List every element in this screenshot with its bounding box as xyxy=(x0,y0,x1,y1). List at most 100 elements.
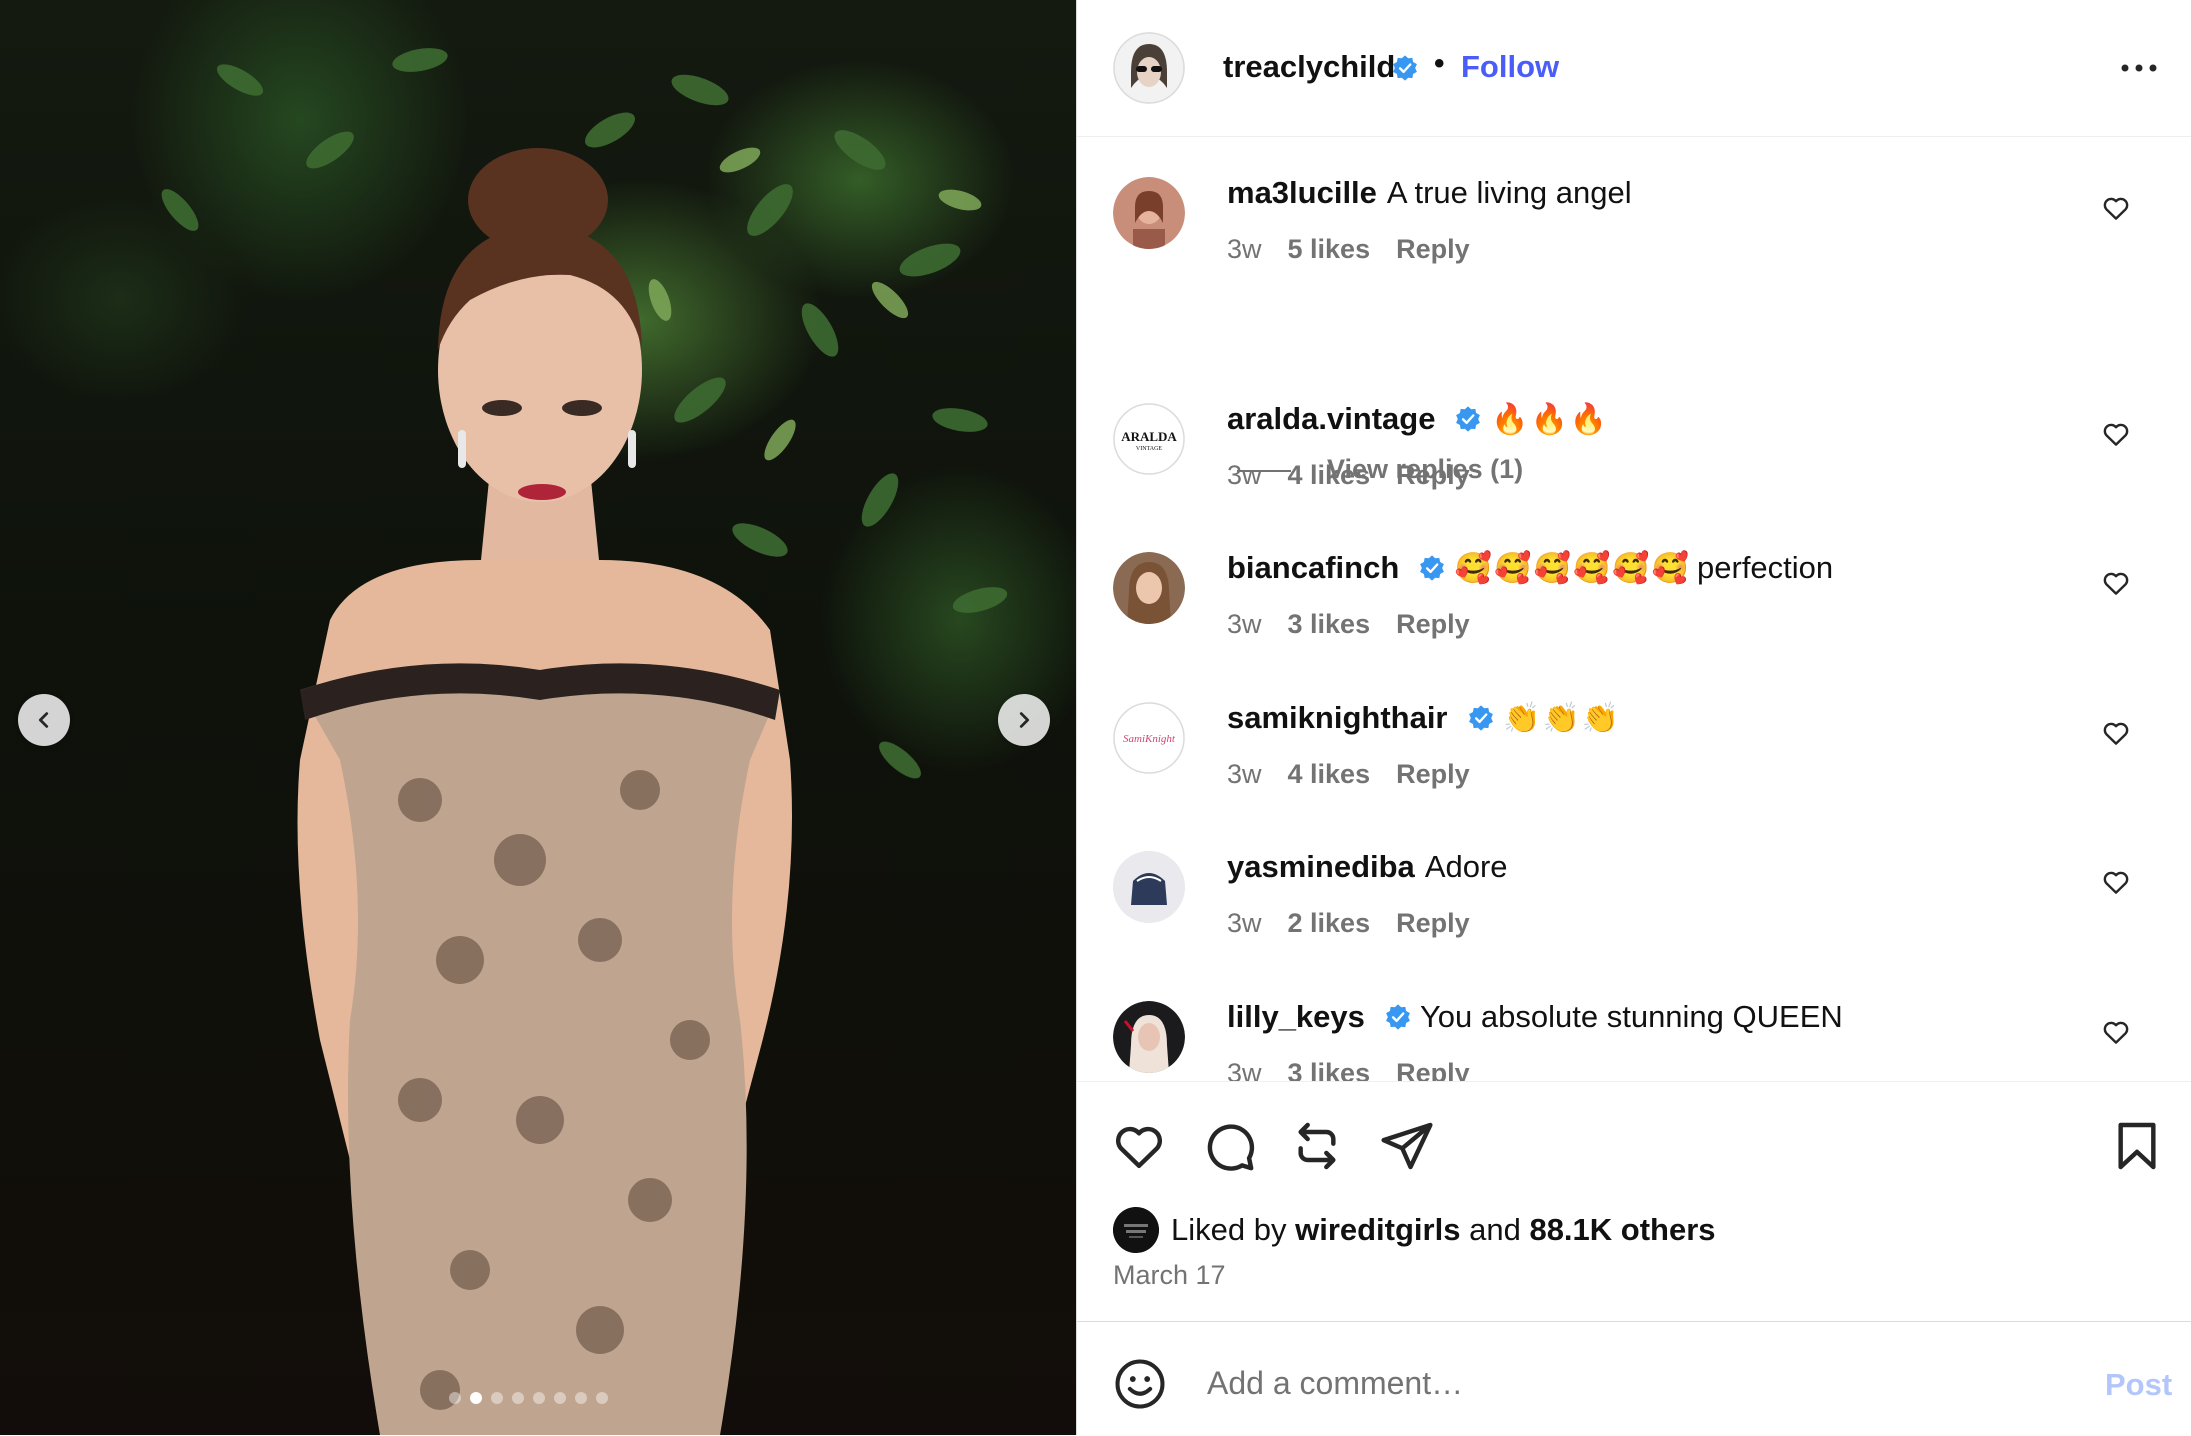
comment-bubble-icon[interactable] xyxy=(1201,1118,1257,1174)
commenter-avatar-image xyxy=(1113,552,1185,624)
comment-username[interactable]: samiknighthair xyxy=(1227,700,1448,735)
post-comment-button[interactable]: Post xyxy=(2105,1367,2172,1403)
commenter-avatar-image: ARALDA VINTAGE xyxy=(1113,403,1185,475)
liker-username[interactable]: wireditgirls xyxy=(1295,1212,1460,1248)
chevron-left-icon xyxy=(38,712,49,728)
carousel-dot xyxy=(512,1392,524,1404)
comment-username[interactable]: aralda.vintage xyxy=(1227,401,1435,436)
commenter-avatar[interactable]: ARALDA VINTAGE xyxy=(1113,403,1185,475)
like-comment-heart-icon[interactable] xyxy=(2101,419,2131,449)
comment-text-line: samiknighthair 👏👏👏 xyxy=(1227,700,1627,736)
author-avatar[interactable] xyxy=(1113,32,1185,104)
comment-likes[interactable]: 5 likes xyxy=(1288,234,1371,264)
add-comment-bar: Post xyxy=(1077,1321,2191,1436)
comment-reply-button[interactable]: Reply xyxy=(1396,1058,1470,1081)
commenter-avatar[interactable] xyxy=(1113,177,1185,249)
comment-item: ma3lucille A true living angel 3w 5 likes R… xyxy=(1077,137,2191,264)
comment-likes[interactable]: 3 likes xyxy=(1288,1058,1371,1081)
verified-badge-icon xyxy=(1393,55,1417,81)
like-comment-heart-icon[interactable] xyxy=(2101,718,2131,748)
comment-text-line: lilly_keys You absolute stunning QUEEN xyxy=(1227,999,1843,1035)
comment-meta: 3w 3 likes Reply xyxy=(1227,1058,1496,1081)
comment-username[interactable]: yasminediba xyxy=(1227,849,1415,884)
carousel-indicator xyxy=(449,1392,608,1404)
author-username[interactable]: treaclychild xyxy=(1223,49,1395,85)
carousel-dot xyxy=(533,1392,545,1404)
carousel-next-button[interactable] xyxy=(998,694,1050,746)
carousel-prev-button[interactable] xyxy=(18,694,70,746)
verified-badge-icon xyxy=(1456,406,1481,432)
comment-item: SamiKnight samiknighthair 👏👏👏 3w 4 likes R… xyxy=(1077,662,2191,789)
comment-body: You absolute stunning QUEEN xyxy=(1419,999,1843,1034)
comment-item: biancafinch 🥰🥰🥰🥰🥰🥰 perfection 3w 3 likes Re… xyxy=(1077,512,2191,639)
commenter-avatar-image xyxy=(1113,177,1185,249)
comment-item: ARALDA VINTAGE aralda.vintage 🔥🔥🔥 3w 4 li… xyxy=(1077,363,2191,490)
carousel-dot xyxy=(554,1392,566,1404)
liker-avatar-image xyxy=(1113,1207,1159,1253)
comment-meta: 3w 4 likes Reply xyxy=(1227,460,1496,491)
like-comment-heart-icon[interactable] xyxy=(2101,193,2131,223)
post-actions: Liked by wireditgirls and 88.1K others M… xyxy=(1077,1081,2191,1322)
carousel-dot xyxy=(575,1392,587,1404)
comment-reply-button[interactable]: Reply xyxy=(1396,234,1470,264)
like-heart-icon[interactable] xyxy=(1111,1118,1167,1174)
comment-reply-button[interactable]: Reply xyxy=(1396,609,1470,639)
comment-username[interactable]: biancafinch xyxy=(1227,550,1399,585)
comment-meta: 3w 4 likes Reply xyxy=(1227,759,1496,790)
carousel-dot xyxy=(449,1392,461,1404)
comment-username[interactable]: lilly_keys xyxy=(1227,999,1365,1034)
comment-text-line: ma3lucille A true living angel xyxy=(1227,175,1632,211)
likes-prefix: Liked by xyxy=(1171,1212,1287,1247)
commenter-avatar-image xyxy=(1113,851,1185,923)
comments-list[interactable]: ma3lucille A true living angel 3w 5 likes R… xyxy=(1077,137,2191,1081)
carousel-dot xyxy=(470,1392,482,1404)
instagram-post-viewer: treaclychild • Follow ma3lucille A true … xyxy=(0,0,2191,1435)
comment-time: 3w xyxy=(1227,609,1262,639)
commenter-avatar[interactable] xyxy=(1113,552,1185,624)
like-comment-heart-icon[interactable] xyxy=(2101,1017,2131,1047)
more-options-icon[interactable] xyxy=(2117,50,2161,86)
comment-input[interactable] xyxy=(1205,1354,2009,1412)
post-date[interactable]: March 17 xyxy=(1113,1260,1226,1291)
verified-badge-icon xyxy=(1386,1004,1410,1030)
comment-meta: 3w 5 likes Reply xyxy=(1227,234,1496,265)
comment-meta: 3w 3 likes Reply xyxy=(1227,609,1496,640)
follow-button[interactable]: Follow xyxy=(1461,49,1559,85)
commenter-avatar[interactable] xyxy=(1113,851,1185,923)
avatar-brand-text: ARALDA xyxy=(1121,429,1177,444)
comment-reply-button[interactable]: Reply xyxy=(1396,908,1470,938)
comment-reply-button[interactable]: Reply xyxy=(1396,759,1470,789)
liker-avatar[interactable] xyxy=(1113,1207,1159,1253)
comment-body: Adore xyxy=(1424,849,1508,884)
comment-time: 3w xyxy=(1227,234,1262,264)
comment-time: 3w xyxy=(1227,460,1262,490)
repost-icon[interactable] xyxy=(1289,1118,1345,1174)
post-header: treaclychild • Follow xyxy=(1077,0,2191,137)
comment-body: perfection xyxy=(1697,550,1834,585)
comment-body: A true living angel xyxy=(1386,175,1632,210)
post-photo xyxy=(161,48,1008,1435)
like-comment-heart-icon[interactable] xyxy=(2101,867,2131,897)
comment-likes[interactable]: 4 likes xyxy=(1288,759,1371,789)
post-media[interactable] xyxy=(0,0,1076,1435)
comment-username[interactable]: ma3lucille xyxy=(1227,175,1377,210)
comment-item: lilly_keys You absolute stunning QUEEN 3… xyxy=(1077,961,2191,1081)
save-bookmark-icon[interactable] xyxy=(2109,1118,2165,1174)
carousel-dot xyxy=(491,1392,503,1404)
comment-likes[interactable]: 3 likes xyxy=(1288,609,1371,639)
commenter-avatar[interactable] xyxy=(1113,1001,1185,1073)
verified-badge-icon xyxy=(1468,705,1493,731)
emoji-picker-icon[interactable] xyxy=(1113,1357,1167,1411)
chevron-right-icon xyxy=(1019,712,1030,728)
like-comment-heart-icon[interactable] xyxy=(2101,568,2131,598)
comment-reply-button[interactable]: Reply xyxy=(1396,460,1470,490)
share-send-icon[interactable] xyxy=(1379,1118,1435,1174)
comment-text-line: biancafinch 🥰🥰🥰🥰🥰🥰 perfection xyxy=(1227,550,1833,586)
comment-likes[interactable]: 2 likes xyxy=(1288,908,1371,938)
commenter-avatar[interactable]: SamiKnight xyxy=(1113,702,1185,774)
likes-count[interactable]: 88.1K others xyxy=(1529,1212,1715,1248)
post-side-panel: treaclychild • Follow ma3lucille A true … xyxy=(1076,0,2191,1435)
comment-likes[interactable]: 4 likes xyxy=(1288,460,1371,490)
avatar-brand-text: SamiKnight xyxy=(1123,733,1176,745)
likes-conjunction: and xyxy=(1469,1212,1521,1247)
